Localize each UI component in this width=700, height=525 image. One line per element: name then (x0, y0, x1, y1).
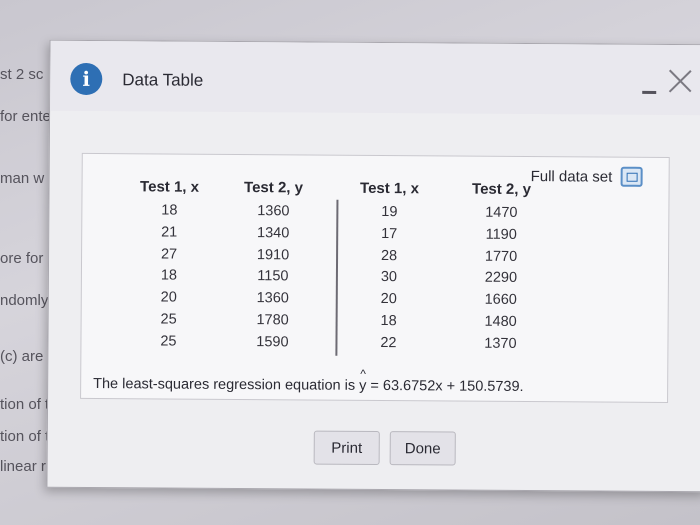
table-cell: 2290 (484, 270, 518, 287)
table-cell: 20 (380, 291, 397, 308)
table-cell: 1770 (484, 248, 518, 265)
copy-data-icon[interactable] (620, 166, 643, 187)
regression-equation: The least-squares regression equation is… (93, 376, 524, 395)
column-header: Test 1, x (140, 178, 200, 196)
background-text: ndomly (0, 292, 49, 309)
table-cell: 1190 (485, 226, 517, 243)
column-divider (335, 199, 338, 356)
background-text: (c) are t (0, 348, 52, 365)
background-text: ore for (0, 250, 44, 267)
column-header: Test 2, y (244, 179, 304, 197)
dialog-title: Data Table (122, 70, 204, 90)
background-text: tion of t (0, 428, 50, 445)
close-icon[interactable] (668, 69, 692, 93)
table-column: Test 1, x 19 17 28 30 20 18 22 (343, 180, 434, 355)
table-cell: 1780 (256, 312, 289, 329)
column-header: Test 1, x (360, 179, 420, 198)
table-cell: 1340 (257, 224, 290, 242)
table-column: Test 2, y 1360 1340 1910 1150 1360 1780 … (227, 179, 318, 354)
equation-suffix: = 63.6752x + 150.5739. (366, 377, 524, 396)
table-column: Test 1, x 18 21 27 18 20 25 25 (123, 178, 214, 353)
background-text: st 2 sc (0, 66, 44, 83)
table-cell: 1480 (484, 313, 517, 330)
done-button[interactable]: Done (389, 431, 456, 466)
background-text: man w (0, 170, 45, 187)
y-hat-symbol: y (359, 378, 366, 394)
table-cell: 18 (161, 202, 178, 219)
table-cell: 25 (160, 333, 177, 350)
data-panel: Full data set Test 1, x 18 21 27 18 20 2… (80, 152, 670, 404)
table-cell: 25 (160, 311, 177, 328)
table-cell: 21 (161, 224, 178, 241)
table-cell: 1590 (256, 333, 289, 351)
background-text: tion of t (0, 396, 50, 413)
table-cell: 1370 (484, 335, 517, 352)
table-cell: 1360 (257, 203, 290, 220)
background-text: for ente (0, 108, 51, 125)
print-button[interactable]: Print (313, 430, 380, 466)
table-cell: 1470 (485, 204, 518, 221)
table-cell: 19 (381, 204, 398, 221)
table-cell: 1360 (256, 290, 289, 307)
data-table-dialog: i Data Table Full data set Test 1, x 18 … (46, 39, 700, 493)
table-cell: 1910 (256, 246, 290, 263)
table-cell: 28 (380, 247, 398, 264)
table-cell: 18 (380, 313, 397, 330)
table-cell: 1150 (257, 268, 289, 285)
minimize-icon[interactable] (642, 90, 657, 94)
info-icon: i (70, 62, 103, 96)
table-cell: 30 (380, 269, 398, 286)
table-cell: 1660 (484, 291, 517, 309)
column-header: Test 2, y (472, 180, 532, 199)
table-column: Test 2, y 1470 1190 1770 2290 1660 1480 … (455, 181, 546, 356)
table-cell: 18 (160, 267, 178, 284)
table-cell: 22 (380, 334, 397, 351)
equation-prefix: The least-squares regression equation is (93, 376, 360, 394)
dialog-titlebar: i Data Table (50, 40, 700, 116)
table-cell: 20 (160, 289, 177, 306)
table-cell: 17 (381, 225, 398, 242)
table-cell: 27 (160, 246, 178, 263)
